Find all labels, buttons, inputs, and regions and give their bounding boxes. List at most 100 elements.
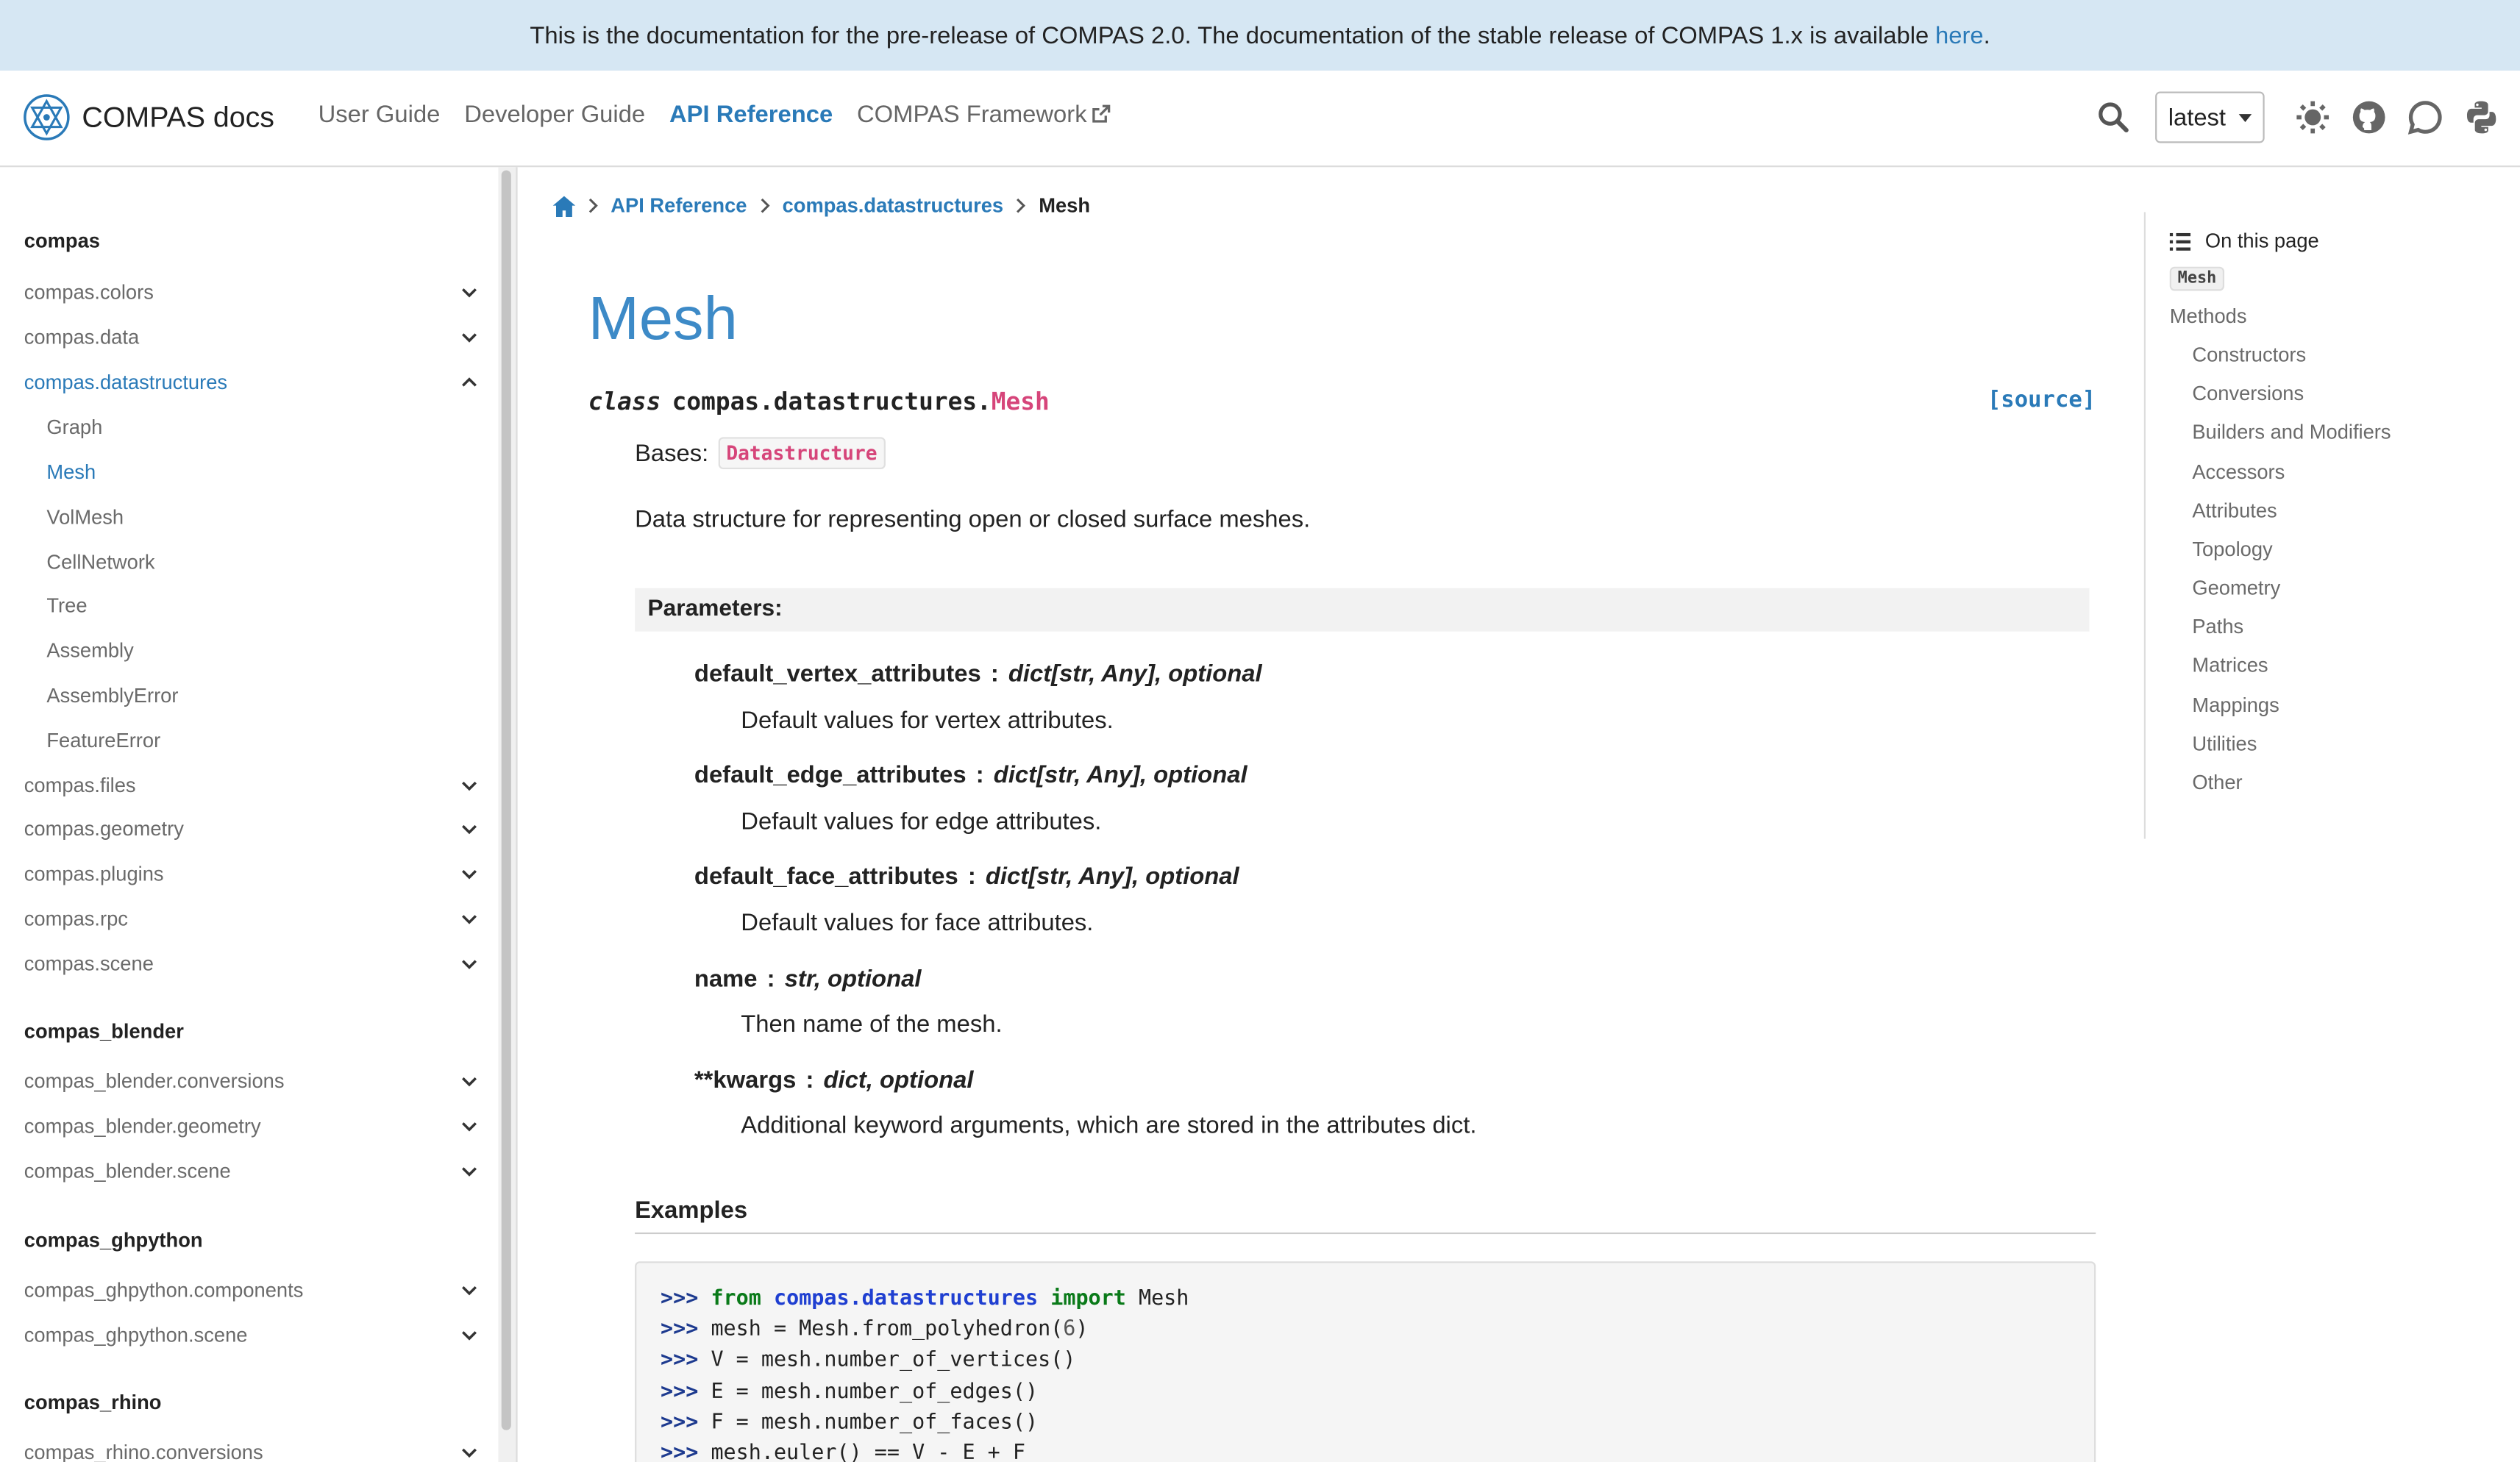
- chevron-down-icon[interactable]: [460, 1117, 479, 1136]
- sidebar-item-ghpython-components[interactable]: compas_ghpython.components: [24, 1276, 483, 1305]
- chevron-down-icon[interactable]: [460, 776, 479, 795]
- sidebar-item-label: compas.files: [24, 774, 136, 797]
- nav-actions: latest: [2076, 91, 2501, 143]
- sidebar-item-volmesh[interactable]: VolMesh: [46, 503, 480, 532]
- param-name: name: [694, 966, 758, 994]
- banner-link[interactable]: here: [1935, 21, 1984, 49]
- toc-item-topology[interactable]: Topology: [2192, 538, 2272, 561]
- nav-compas-framework-label: COMPAS Framework: [856, 101, 1087, 129]
- chevron-down-icon[interactable]: [460, 910, 479, 929]
- breadcrumb-api-reference[interactable]: API Reference: [611, 194, 747, 217]
- toc-item-mappings[interactable]: Mappings: [2192, 694, 2279, 717]
- sidebar-item-mesh[interactable]: Mesh: [46, 458, 480, 487]
- sidebar-item-assembly[interactable]: Assembly: [46, 636, 480, 665]
- chat-link[interactable]: [2406, 98, 2444, 136]
- theme-toggle-icon: [2296, 101, 2329, 134]
- chevron-down-icon[interactable]: [460, 283, 479, 302]
- chevron-down-icon[interactable]: [460, 955, 479, 974]
- nav-api-reference[interactable]: API Reference: [669, 101, 833, 129]
- toc-item-other[interactable]: Other: [2192, 771, 2242, 794]
- sidebar-item-compas-files[interactable]: compas.files: [24, 771, 483, 800]
- chevron-down-icon[interactable]: [460, 1071, 479, 1091]
- sidebar-item-compas-scene[interactable]: compas.scene: [24, 949, 483, 978]
- code-line: >>> V = mesh.number_of_vertices(): [661, 1348, 1076, 1372]
- chevron-up-icon[interactable]: [460, 373, 479, 392]
- code-line: >>> mesh.euler() == V - E + F: [661, 1441, 1025, 1462]
- caret-down-icon: [2238, 113, 2252, 121]
- toc-item-mesh[interactable]: Mesh: [2169, 266, 2225, 291]
- sidebar-item-rhino-conversions[interactable]: compas_rhino.conversions: [24, 1438, 483, 1462]
- sidebar-item-compas-datastructures[interactable]: compas.datastructures: [24, 368, 483, 396]
- toc-item-conversions[interactable]: Conversions: [2192, 382, 2304, 405]
- sidebar-item-label: compas_blender.conversions: [24, 1070, 285, 1093]
- base-class-link[interactable]: Datastructure: [718, 437, 886, 470]
- code-line: >>> E = mesh.number_of_edges(): [661, 1380, 1039, 1405]
- sidebar-item-graph[interactable]: Graph: [46, 413, 480, 442]
- sidebar-item-assemblyerror[interactable]: AssemblyError: [46, 681, 480, 710]
- toc-item-paths[interactable]: Paths: [2192, 616, 2243, 638]
- chevron-down-icon[interactable]: [460, 328, 479, 347]
- parameter-name: default_edge_attributes: dict[str, Any], …: [694, 761, 1247, 789]
- sidebar-item-blender-geometry[interactable]: compas_blender.geometry: [24, 1112, 483, 1141]
- sidebar-item-compas-plugins[interactable]: compas.plugins: [24, 860, 483, 888]
- code-example[interactable]: >>> from compas.datastructures import Me…: [635, 1261, 2096, 1462]
- sidebar-item-compas-geometry[interactable]: compas.geometry: [24, 815, 483, 844]
- chat-icon: [2407, 101, 2442, 135]
- page: This is the documentation for the pre-re…: [0, 0, 2520, 1462]
- sidebar-item-compas-data[interactable]: compas.data: [24, 323, 483, 352]
- code-line: >>> F = mesh.number_of_faces(): [661, 1411, 1039, 1436]
- theme-toggle-button[interactable]: [2293, 98, 2332, 136]
- home-icon[interactable]: [552, 195, 576, 216]
- parameter-description: Additional keyword arguments, which are …: [741, 1112, 1477, 1140]
- parameter-name: name: str, optional: [694, 966, 922, 994]
- param-name: default_edge_attributes: [694, 761, 967, 789]
- examples-heading: Examples: [635, 1197, 2096, 1235]
- sidebar-item-compas-colors[interactable]: compas.colors: [24, 278, 483, 307]
- toc-item-matrices[interactable]: Matrices: [2192, 654, 2268, 677]
- toc-item-attributes[interactable]: Attributes: [2192, 500, 2277, 523]
- nav-developer-guide[interactable]: Developer Guide: [464, 101, 645, 129]
- sidebar-scrollbar[interactable]: [498, 167, 518, 1462]
- chevron-down-icon[interactable]: [460, 1162, 479, 1181]
- toc-item-geometry[interactable]: Geometry: [2192, 577, 2280, 599]
- sidebar-scrollbar-thumb[interactable]: [501, 170, 511, 1430]
- param-type: dict[str, Any], optional: [993, 761, 1247, 789]
- chevron-right-icon: [587, 198, 599, 214]
- chevron-down-icon[interactable]: [460, 865, 479, 884]
- chevron-down-icon[interactable]: [460, 1280, 479, 1299]
- nav-compas-framework[interactable]: COMPAS Framework: [857, 101, 1111, 129]
- toc-item-builders[interactable]: Builders and Modifiers: [2192, 421, 2391, 443]
- pypi-link[interactable]: [2462, 98, 2500, 136]
- sidebar-item-tree[interactable]: Tree: [46, 591, 480, 620]
- param-type: dict, optional: [823, 1066, 974, 1094]
- toc-item-constructors[interactable]: Constructors: [2192, 344, 2306, 367]
- sidebar-item-blender-scene[interactable]: compas_blender.scene: [24, 1157, 483, 1185]
- chevron-down-icon[interactable]: [460, 819, 479, 838]
- banner-text: This is the documentation for the pre-re…: [530, 21, 1929, 49]
- toc-item-accessors[interactable]: Accessors: [2192, 461, 2285, 484]
- nav-user-guide[interactable]: User Guide: [318, 101, 441, 129]
- sidebar-section-title: compas: [24, 229, 101, 253]
- sidebar-item-blender-conversions[interactable]: compas_blender.conversions: [24, 1067, 483, 1096]
- toc-item-methods[interactable]: Methods: [2170, 305, 2247, 328]
- breadcrumb-datastructures[interactable]: compas.datastructures: [783, 194, 1004, 217]
- source-link[interactable]: [source]: [1987, 388, 2096, 413]
- sidebar-item-compas-rpc[interactable]: compas.rpc: [24, 905, 483, 933]
- code-line: >>> from compas.datastructures import Me…: [661, 1287, 1189, 1311]
- chevron-down-icon[interactable]: [460, 1443, 479, 1462]
- brand-title: COMPAS docs: [82, 100, 274, 133]
- version-switcher[interactable]: latest: [2155, 91, 2265, 143]
- chevron-right-icon: [1014, 198, 1027, 214]
- parameter-name: default_vertex_attributes: dict[str, Any]…: [694, 660, 1262, 688]
- sidebar-item-cellnetwork[interactable]: CellNetwork: [46, 548, 480, 577]
- sidebar-item-featureerror[interactable]: FeatureError: [46, 727, 480, 755]
- brand-link[interactable]: COMPAS docs: [23, 93, 274, 142]
- chevron-down-icon[interactable]: [460, 1326, 479, 1345]
- breadcrumb-current: Mesh: [1039, 194, 1091, 217]
- search-button[interactable]: [2094, 98, 2132, 136]
- toc-item-utilities[interactable]: Utilities: [2192, 732, 2257, 755]
- sidebar-item-ghpython-scene[interactable]: compas_ghpython.scene: [24, 1321, 483, 1349]
- sidebar-item-label: compas_ghpython.scene: [24, 1324, 248, 1347]
- python-icon: [2466, 101, 2496, 134]
- github-link[interactable]: [2349, 98, 2388, 136]
